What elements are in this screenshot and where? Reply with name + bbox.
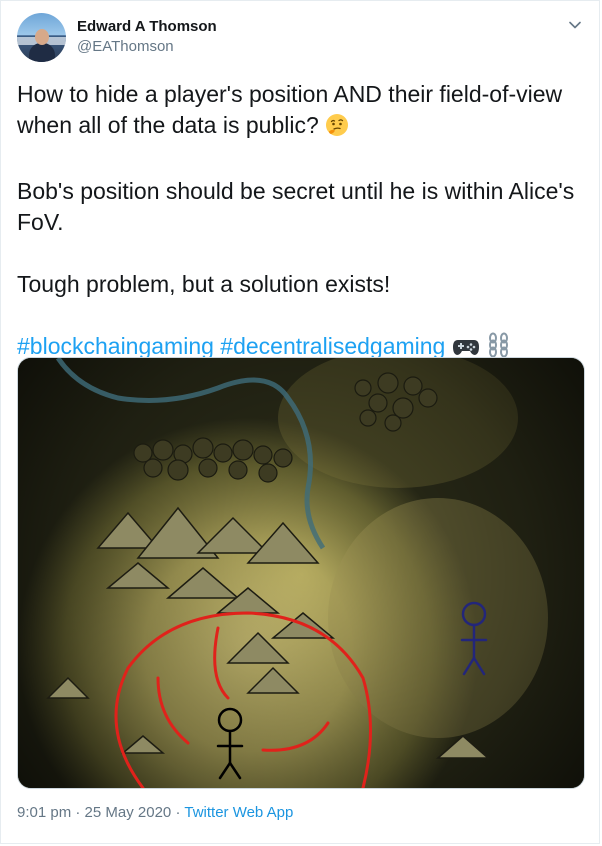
author-handle[interactable]: @EAThomson: [77, 38, 174, 55]
tweet-time[interactable]: 9:01 pm: [17, 804, 71, 821]
tweet-footer: 9:01 pm · 25 May 2020 · Twitter Web App: [17, 804, 293, 821]
tweet-image[interactable]: [17, 357, 585, 789]
avatar[interactable]: [17, 13, 66, 62]
author-name[interactable]: Edward A Thomson: [77, 18, 217, 35]
separator: ·: [175, 804, 181, 821]
tweet-line-3: Tough problem, but a solution exists!: [17, 271, 391, 297]
separator: ·: [75, 804, 81, 821]
tweet-line-2: Bob's position should be secret until he…: [17, 178, 575, 235]
hashtag-blockchaingaming[interactable]: #blockchaingaming: [17, 333, 214, 359]
chevron-down-icon[interactable]: [565, 15, 585, 35]
source-app-link[interactable]: Twitter Web App: [184, 804, 293, 821]
thinking-face-icon: [325, 113, 349, 145]
tweet-header: Edward A Thomson @EAThomson: [17, 13, 585, 63]
hashtag-decentralisedgaming[interactable]: #decentralisedgaming: [220, 333, 445, 359]
tweet-card: Edward A Thomson @EAThomson How to hide …: [0, 0, 600, 844]
tweet-date[interactable]: 25 May 2020: [85, 804, 172, 821]
fantasy-map-illustration: [18, 358, 584, 788]
tweet-line-1: How to hide a player's position AND thei…: [17, 81, 563, 138]
tweet-text: How to hide a player's position AND thei…: [17, 79, 585, 366]
